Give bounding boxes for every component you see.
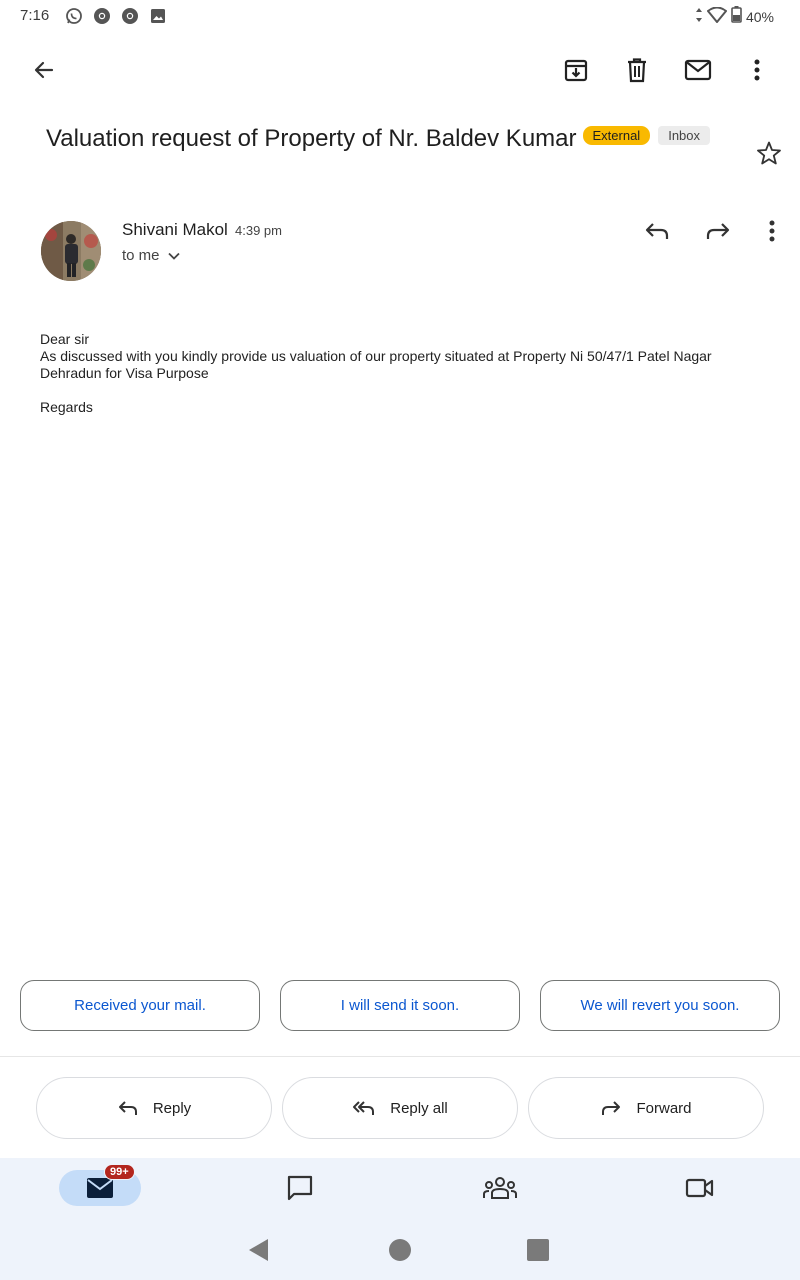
message-reply-button[interactable] (640, 214, 674, 248)
more-vert-icon (769, 220, 775, 242)
more-options-button[interactable] (739, 52, 775, 88)
chrome-icon (92, 6, 112, 26)
system-recents-button[interactable] (524, 1236, 552, 1264)
top-toolbar (0, 40, 800, 100)
mark-unread-button[interactable] (680, 52, 716, 88)
system-back-button[interactable] (244, 1236, 272, 1264)
reply-icon (645, 223, 669, 239)
status-right: 40% (695, 6, 774, 28)
email-subject: Valuation request of Property of Nr. Bal… (46, 125, 577, 152)
forward-label: Forward (636, 1099, 692, 1117)
body-line: Dehradun for Visa Purpose (40, 365, 209, 381)
nav-meet[interactable] (680, 1170, 720, 1206)
archive-icon (564, 59, 588, 82)
square-recents-icon (527, 1239, 549, 1261)
email-view-screen: 7:16 40% Valuation request of Property o… (0, 0, 800, 1280)
back-arrow-icon (34, 61, 54, 79)
avatar[interactable] (41, 221, 101, 281)
more-vert-icon (754, 59, 760, 81)
data-arrows-icon (695, 7, 703, 28)
back-button[interactable] (26, 52, 62, 88)
chat-icon (287, 1175, 313, 1201)
reply-all-icon (353, 1101, 375, 1115)
body-line: As discussed with you kindly provide us … (40, 348, 712, 364)
reply-all-button[interactable]: Reply all (282, 1077, 518, 1139)
recipient-details-toggle[interactable]: to me (122, 247, 180, 264)
triangle-back-icon (249, 1239, 268, 1261)
spaces-icon (483, 1177, 517, 1199)
meet-icon (685, 1178, 714, 1198)
body-signoff: Regards (40, 399, 93, 415)
forward-button[interactable]: Forward (528, 1077, 764, 1139)
archive-button[interactable] (558, 52, 594, 88)
inbox-label[interactable]: Inbox (658, 126, 711, 145)
delete-button[interactable] (619, 52, 655, 88)
smart-reply-button[interactable]: Received your mail. (20, 980, 260, 1031)
forward-icon (602, 1101, 621, 1115)
battery-icon (731, 6, 742, 28)
message-more-button[interactable] (755, 214, 789, 248)
body-greeting: Dear sir (40, 331, 90, 347)
message-forward-button[interactable] (701, 214, 735, 248)
wifi-icon (706, 6, 728, 28)
notification-icons (64, 6, 168, 26)
external-label: External (582, 126, 651, 145)
subject-row: Valuation request of Property of Nr. Bal… (46, 122, 766, 156)
star-icon (757, 141, 781, 165)
nav-spaces[interactable] (478, 1170, 522, 1206)
reply-label: Reply (152, 1099, 192, 1117)
battery-percent: 40% (745, 9, 774, 25)
sender-name[interactable]: Shivani Makol (122, 220, 228, 240)
forward-icon (706, 223, 730, 239)
chevron-down-icon (167, 252, 180, 260)
image-icon (148, 6, 168, 26)
chrome-icon (120, 6, 140, 26)
mail-count-badge: 99+ (104, 1164, 135, 1180)
whatsapp-icon (64, 6, 84, 26)
reply-button[interactable]: Reply (36, 1077, 272, 1139)
nav-chat[interactable] (280, 1170, 320, 1206)
status-time: 7:16 (20, 7, 50, 24)
smart-reply-button[interactable]: I will send it soon. (280, 980, 520, 1031)
mail-icon (87, 1178, 113, 1198)
circle-home-icon (389, 1239, 411, 1261)
status-bar: 7:16 40% (0, 0, 800, 32)
reply-all-label: Reply all (390, 1099, 448, 1117)
email-time: 4:39 pm (235, 223, 282, 238)
star-button[interactable] (752, 136, 786, 170)
divider (0, 1056, 800, 1057)
smart-reply-button[interactable]: We will revert you soon. (540, 980, 780, 1031)
trash-icon (628, 58, 646, 83)
recipient-label: to me (122, 247, 160, 264)
mark-unread-icon (684, 59, 712, 81)
reply-icon (118, 1101, 137, 1115)
email-body: Dear sir As discussed with you kindly pr… (40, 331, 760, 416)
system-home-button[interactable] (386, 1236, 414, 1264)
